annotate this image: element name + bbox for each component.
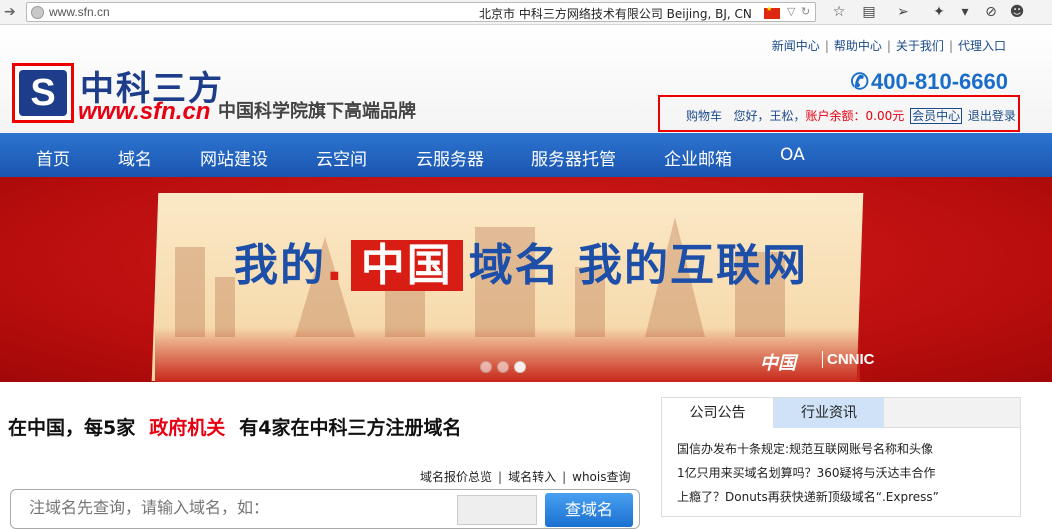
tagline-post: 有4家在中科三方注册域名 xyxy=(239,417,462,439)
tld-select[interactable] xyxy=(457,495,537,525)
nav-server-hosting[interactable]: 服务器托管 xyxy=(531,145,616,170)
nav-website-build[interactable]: 网站建设 xyxy=(200,145,268,170)
toplink-news[interactable]: 新闻中心 xyxy=(772,39,820,53)
banner-slogan: 我的. 中国 域名 我的互联网 xyxy=(234,229,808,293)
address-bar[interactable]: www.sfn.cn 北京市 中科三方网络技术有限公司 Beijing, BJ,… xyxy=(26,2,816,22)
logo-mark: S xyxy=(19,70,67,116)
account-panel: 购物车 您好，王松，账户余额：0.00元 会员中心 退出登录 xyxy=(658,95,1020,132)
url-text[interactable]: www.sfn.cn xyxy=(49,5,110,19)
top-links: 新闻中心 | 帮助中心 | 关于我们 | 代理入口 xyxy=(771,39,1006,53)
logout-link[interactable]: 退出登录 xyxy=(968,109,1016,123)
nav-home[interactable]: 首页 xyxy=(36,145,70,170)
nav-domain[interactable]: 域名 xyxy=(118,145,152,170)
toplink-help[interactable]: 帮助中心 xyxy=(834,39,882,53)
news-panel: 公司公告 行业资讯 国信办发布十条规定:规范互联网账号名称和头像 1亿只用来买域… xyxy=(661,397,1021,517)
geo-location-text: 北京市 中科三方网络技术有限公司 Beijing, BJ, CN xyxy=(479,7,752,21)
headline-tagline: 在中国，每5家 政府机关 有4家在中科三方注册域名 xyxy=(8,413,461,440)
balance-value: 0.00元 xyxy=(865,109,905,123)
nav-cloud-server[interactable]: 云服务器 xyxy=(416,145,484,170)
carousel-dot[interactable] xyxy=(480,361,492,373)
back-arrow-icon[interactable]: ➔ xyxy=(4,4,20,20)
menu-dropdown-icon[interactable]: ▾ xyxy=(956,3,974,21)
balance-label: 账户余额： xyxy=(805,109,866,123)
slogan-china: 中国 xyxy=(350,240,463,291)
toplink-agent[interactable]: 代理入口 xyxy=(958,39,1006,53)
brand-subtitle: 中国科学院旗下高端品牌 xyxy=(218,101,416,122)
china-domain-logo: 中国 xyxy=(760,353,796,374)
greeting-text: 您好，王松， xyxy=(733,109,806,123)
china-flag-icon xyxy=(764,5,780,19)
whois-link[interactable]: whois查询 xyxy=(572,470,630,484)
send-icon[interactable]: ➢ xyxy=(894,3,912,21)
domain-search-input[interactable] xyxy=(29,498,449,517)
nav-oa[interactable]: OA xyxy=(780,145,805,165)
carousel-dot[interactable] xyxy=(497,361,509,373)
nav-cloud-space[interactable]: 云空间 xyxy=(316,145,367,170)
profile-icon[interactable]: ☻ xyxy=(1008,3,1026,21)
cnnic-logo: CNNIC xyxy=(822,351,875,368)
adblock-icon[interactable]: ⊘ xyxy=(982,3,1000,21)
news-tabs: 公司公告 行业资讯 xyxy=(662,398,1020,428)
extension-icon[interactable]: ✦ xyxy=(930,3,948,21)
nav-enterprise-mail[interactable]: 企业邮箱 xyxy=(664,145,732,170)
carousel-dots xyxy=(480,358,531,377)
search-domain-button[interactable]: 查域名 xyxy=(545,493,633,527)
toplink-about[interactable]: 关于我们 xyxy=(896,39,944,53)
news-list: 国信办发布十条规定:规范互联网账号名称和头像 1亿只用来买域名划算吗？360疑将… xyxy=(677,440,939,512)
news-item[interactable]: 国信办发布十条规定:规范互联网账号名称和头像 xyxy=(677,440,939,464)
reload-icon[interactable]: ↻ xyxy=(801,5,810,18)
domain-search-box: 查域名 xyxy=(10,489,640,529)
promo-banner[interactable]: 我的. 中国 域名 我的互联网 中国 CNNIC xyxy=(0,177,1052,382)
domain-price-link[interactable]: 域名报价总览 xyxy=(420,470,492,484)
tab-company-notice[interactable]: 公司公告 xyxy=(662,398,774,428)
cart-link[interactable]: 购物车 xyxy=(686,109,722,123)
phone-text: 400-810-6660 xyxy=(870,69,1008,94)
bookmark-star-icon[interactable]: ☆ xyxy=(830,3,848,21)
tagline-gov: 政府机关 xyxy=(149,417,226,439)
news-item[interactable]: 上瘾了？Donuts再获快递新顶级域名“.Express” xyxy=(677,488,939,512)
site-header: 新闻中心 | 帮助中心 | 关于我们 | 代理入口 S 中科三方 www.sfn.cn 中国… xyxy=(0,25,1052,133)
phone-icon: ✆ xyxy=(850,69,869,94)
member-center-link[interactable]: 会员中心 xyxy=(910,108,963,124)
globe-icon xyxy=(31,6,44,19)
reading-list-icon[interactable]: ▤ xyxy=(860,3,878,21)
brand-url[interactable]: www.sfn.cn xyxy=(78,98,210,126)
news-item[interactable]: 1亿只用来买域名划算吗？360疑将与沃达丰合作 xyxy=(677,464,939,488)
logo[interactable]: S xyxy=(12,63,74,123)
tab-industry-news[interactable]: 行业资讯 xyxy=(774,398,884,428)
carousel-dot-active[interactable] xyxy=(514,361,526,373)
domain-links: 域名报价总览 | 域名转入 | whois查询 xyxy=(420,470,631,484)
dropdown-arrow-icon[interactable]: ▽ xyxy=(787,5,795,18)
slogan-dot: . xyxy=(326,240,345,291)
slogan-post: 域名 我的互联网 xyxy=(468,240,809,291)
slogan-pre: 我的 xyxy=(234,240,326,291)
browser-toolbar: ➔ www.sfn.cn 北京市 中科三方网络技术有限公司 Beijing, B… xyxy=(0,0,1052,25)
domain-transfer-link[interactable]: 域名转入 xyxy=(508,470,556,484)
phone-number: ✆400-810-6660 xyxy=(851,69,1008,95)
main-nav: 首页 域名 网站建设 云空间 云服务器 服务器托管 企业邮箱 OA xyxy=(0,133,1052,177)
tagline-pre: 在中国，每5家 xyxy=(8,417,136,439)
